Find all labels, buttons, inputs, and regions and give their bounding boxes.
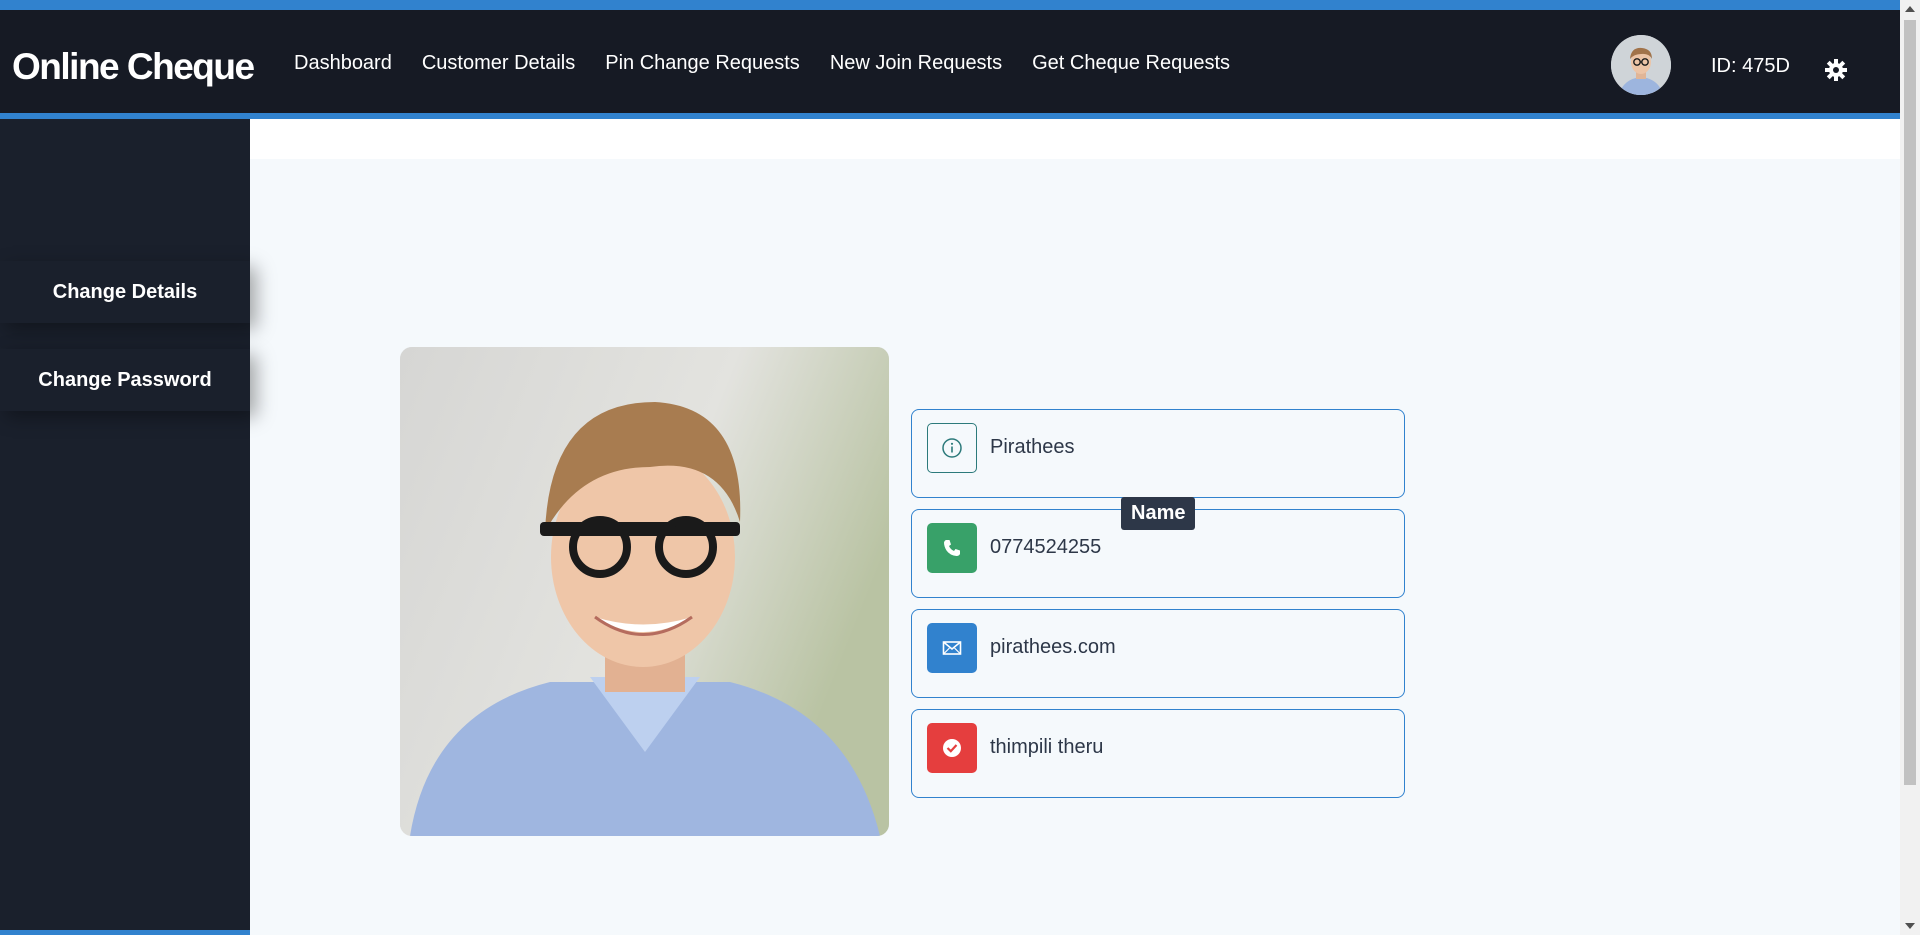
info-icon: [927, 423, 977, 473]
brand-logo[interactable]: Online Cheque: [12, 46, 255, 88]
name-value: Pirathees: [990, 436, 1075, 458]
user-avatar[interactable]: [1611, 35, 1671, 95]
name-tooltip: Name: [1121, 497, 1196, 530]
address-field-card[interactable]: thimpili theru: [911, 709, 1405, 798]
top-navbar: Online Cheque Dashboard Customer Details…: [0, 0, 1900, 119]
nav-new-join-requests[interactable]: New Join Requests: [830, 52, 1002, 75]
phone-icon: [927, 523, 977, 573]
address-value: thimpili theru: [990, 736, 1104, 758]
change-details-button[interactable]: Change Details: [0, 261, 250, 323]
name-field-card[interactable]: Pirathees: [911, 409, 1405, 498]
email-field-card[interactable]: pirathees.com: [911, 609, 1405, 698]
email-value: pirathees.com: [990, 636, 1116, 658]
nav-customer-details[interactable]: Customer Details: [422, 52, 575, 75]
change-password-button[interactable]: Change Password: [0, 349, 250, 411]
check-icon: [927, 723, 977, 773]
mail-icon: [927, 623, 977, 673]
user-id-label: ID: 475D: [1711, 55, 1790, 77]
scroll-down-icon[interactable]: [1905, 923, 1915, 929]
sidebar: Change Details Change Password: [0, 119, 250, 935]
profile-photo: [400, 347, 889, 836]
nav-get-cheque-requests[interactable]: Get Cheque Requests: [1032, 52, 1230, 75]
nav-dashboard[interactable]: Dashboard: [294, 52, 392, 75]
nav-pin-change-requests[interactable]: Pin Change Requests: [605, 52, 800, 75]
main-nav: Dashboard Customer Details Pin Change Re…: [294, 52, 1230, 75]
phone-value: 0774524255: [990, 536, 1102, 558]
scroll-thumb[interactable]: [1904, 20, 1916, 785]
gear-icon[interactable]: [1825, 59, 1847, 81]
scroll-up-icon[interactable]: [1905, 6, 1915, 12]
content-header-strip: [250, 119, 1900, 159]
page-scrollbar[interactable]: [1900, 0, 1920, 935]
